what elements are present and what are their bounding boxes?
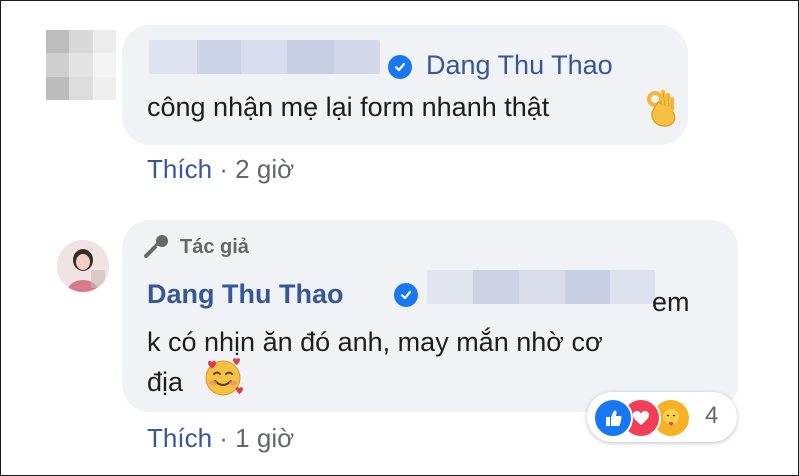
blurred-tagged-name[interactable] — [427, 270, 655, 304]
comment-time[interactable]: 2 giờ — [235, 154, 294, 184]
comment-text: công nhận mẹ lại form nhanh thật — [147, 92, 550, 122]
reply-time[interactable]: 1 giờ — [235, 423, 294, 453]
like-link[interactable]: Thích — [147, 154, 212, 184]
ok-hand-emoji-icon — [647, 89, 676, 127]
reply-text-line-3: địa — [147, 367, 184, 397]
meta-separator: · — [219, 423, 228, 453]
reply-text-line-2: k có nhịn ăn đó anh, may mắn nhờ cơ — [147, 327, 603, 357]
like-link[interactable]: Thích — [147, 423, 212, 453]
author-badge-label: Tác giả — [180, 235, 249, 258]
microphone-icon — [144, 235, 168, 258]
verified-badge-icon — [388, 55, 412, 79]
author-avatar[interactable] — [57, 240, 109, 292]
comment-bubble: Dang Thu Thao công nhận mẹ lại form nhan… — [122, 25, 688, 145]
reaction-count: 4 — [705, 402, 719, 429]
tagged-user-link[interactable]: Dang Thu Thao — [426, 50, 613, 81]
verified-badge-icon — [394, 283, 418, 307]
author-badge: Tác giả — [142, 234, 249, 260]
meta-separator: · — [219, 154, 228, 184]
reply-bubble: Tác giả Dang Thu Thao em k có nhịn ăn đó… — [122, 220, 738, 412]
reactions-summary[interactable]: 4 — [587, 392, 737, 442]
blurred-commenter-name[interactable] — [149, 40, 380, 74]
author-name-link[interactable]: Dang Thu Thao — [147, 279, 343, 310]
comment-meta: Thích · 2 giờ — [147, 154, 294, 185]
like-reaction-icon — [593, 398, 633, 438]
smiling-face-with-hearts-emoji-icon — [205, 358, 243, 396]
blurred-avatar[interactable] — [46, 30, 116, 100]
reply-meta: Thích · 1 giờ — [147, 423, 294, 454]
reply-text-line-1: em — [652, 287, 690, 317]
